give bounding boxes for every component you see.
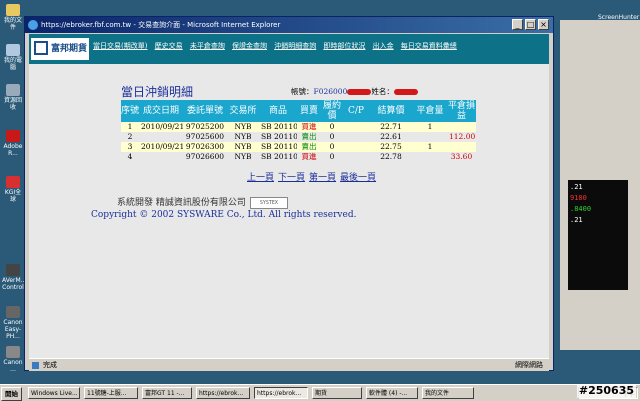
taskbar-item[interactable]: 我的文件 bbox=[422, 387, 474, 399]
col-settle: 結算價 bbox=[369, 100, 413, 122]
redaction-mark bbox=[347, 89, 372, 95]
desktop-icon-canon[interactable]: Canon Easy-PH... bbox=[2, 306, 24, 340]
main-nav: 當日交易(期改單) 歷史交易 未平倉查詢 保證金查詢 沖銷明細查詢 即時部位狀況… bbox=[93, 40, 461, 51]
copyright: Copyright © 2002 SYSWARE Co., Ltd. All r… bbox=[91, 210, 357, 220]
start-button[interactable]: 開始 bbox=[1, 387, 22, 401]
taskbar-item-active[interactable]: https://ebrok... bbox=[254, 387, 308, 399]
kgi-icon bbox=[6, 176, 20, 188]
nav-history[interactable]: 歷史交易 bbox=[155, 42, 183, 50]
account-info: 帳號：F026000 姓名： bbox=[291, 86, 418, 97]
background-quote-panel: .21 9100 .8400 .21 bbox=[568, 180, 628, 290]
col-date: 成交日期 bbox=[139, 100, 183, 122]
table-header: 序號 成交日期 委託單號 交易所 商品 買賣 履約價 C/P 結算價 平倉量 平… bbox=[121, 100, 476, 122]
folder-icon bbox=[6, 4, 20, 16]
table-row: 3 2010/09/21 97026300 NYB SB 201103 賣出 0… bbox=[121, 142, 476, 152]
taskbar-item[interactable]: Windows Live... bbox=[28, 387, 80, 399]
browser-window[interactable]: https://ebroker.fbf.com.tw - 交易查詢介面 - Mi… bbox=[24, 16, 554, 371]
page-title: 當日沖銷明細 bbox=[121, 85, 194, 99]
desktop-icon-kgi[interactable]: KGI全球 bbox=[2, 176, 24, 203]
camera-icon bbox=[6, 306, 20, 318]
col-cp: C/P bbox=[343, 100, 369, 122]
desktop-label-screenhunter[interactable]: ScreenHunter bbox=[598, 14, 639, 21]
offset-detail-table: 序號 成交日期 委託單號 交易所 商品 買賣 履約價 C/P 結算價 平倉量 平… bbox=[121, 100, 476, 162]
last-page-link[interactable]: 最後一頁 bbox=[340, 173, 376, 183]
prev-page-link[interactable]: 上一頁 bbox=[247, 173, 274, 183]
nav-today-trade[interactable]: 當日交易(期改單) bbox=[93, 42, 147, 50]
desktop-icon-canon2[interactable]: Canon ... bbox=[2, 346, 24, 373]
maximize-button[interactable]: □ bbox=[525, 19, 536, 30]
table-row: 1 2010/09/21 97025200 NYB SB 201103 買進 0… bbox=[121, 122, 476, 132]
desktop-icon-my-docs[interactable]: 我的文件 bbox=[2, 4, 24, 31]
taskbar-item[interactable]: 富邦GT 11 -... bbox=[142, 387, 192, 399]
fubon-logo-icon bbox=[34, 40, 48, 55]
col-exchange: 交易所 bbox=[227, 100, 259, 122]
adobe-icon bbox=[6, 130, 20, 142]
nav-margin[interactable]: 保證金查詢 bbox=[232, 42, 267, 50]
nav-daily-summary[interactable]: 每日交易資料彙總 bbox=[401, 42, 457, 50]
col-strike: 履約價 bbox=[321, 100, 343, 122]
recycle-bin-icon bbox=[6, 84, 20, 96]
developer-credit: 系統開發 精誠資訊股份有限公司 SYSTEX bbox=[117, 195, 288, 209]
close-button[interactable]: × bbox=[538, 19, 549, 30]
tv-icon bbox=[6, 264, 20, 276]
col-qty: 平倉量 bbox=[413, 100, 447, 122]
nav-open-position[interactable]: 未平倉查詢 bbox=[190, 42, 225, 50]
pagination: 上一頁 下一頁 第一頁 最後一頁 bbox=[247, 170, 380, 183]
account-number: F026000 bbox=[313, 87, 348, 96]
table-row: 4 97026600 NYB SB 201103 買進 0 22.78 33.6… bbox=[121, 152, 476, 162]
status-bar: 完成 網際網路 bbox=[29, 358, 549, 371]
desktop-icon-adobe[interactable]: Adobe R... bbox=[2, 130, 24, 157]
nav-offset-detail[interactable]: 沖銷明細查詢 bbox=[274, 42, 316, 50]
logo: 富邦期貨 bbox=[31, 38, 89, 60]
desktop-icon-averm[interactable]: AVerM... Control bbox=[2, 264, 26, 291]
page-content: 富邦期貨 當日交易(期改單) 歷史交易 未平倉查詢 保證金查詢 沖銷明細查詢 即… bbox=[29, 34, 549, 358]
taskbar-item[interactable]: 期貨 bbox=[312, 387, 362, 399]
next-page-link[interactable]: 下一頁 bbox=[278, 173, 305, 183]
page-done-icon bbox=[32, 362, 39, 369]
window-title: https://ebroker.fbf.com.tw - 交易查詢介面 - Mi… bbox=[41, 21, 281, 29]
computer-icon bbox=[6, 44, 20, 56]
ie-icon bbox=[28, 20, 38, 30]
taskbar-item[interactable]: https://ebrok... bbox=[196, 387, 250, 399]
systex-logo: SYSTEX bbox=[249, 196, 288, 209]
printer-icon bbox=[6, 346, 20, 358]
taskbar-item[interactable]: 軟件體 (4) -... bbox=[366, 387, 418, 399]
minimize-button[interactable]: _ bbox=[512, 19, 523, 30]
title-bar[interactable]: https://ebroker.fbf.com.tw - 交易查詢介面 - Mi… bbox=[25, 17, 553, 33]
security-zone: 網際網路 bbox=[515, 361, 543, 369]
nav-deposit[interactable]: 出入金 bbox=[373, 42, 394, 50]
watermark: #250635 bbox=[576, 384, 636, 398]
desktop-icon-my-computer[interactable]: 我的電腦 bbox=[2, 44, 24, 71]
taskbar: 開始 Windows Live... 11號糖-上服... 富邦GT 11 -.… bbox=[0, 384, 640, 401]
nav-realtime-position[interactable]: 即時部位狀況 bbox=[323, 42, 365, 50]
col-pl: 平倉損益 bbox=[447, 100, 476, 122]
first-page-link[interactable]: 第一頁 bbox=[309, 173, 336, 183]
col-seq: 序號 bbox=[121, 100, 139, 122]
taskbar-item[interactable]: 11號糖-上服... bbox=[84, 387, 138, 399]
site-header: 富邦期貨 當日交易(期改單) 歷史交易 未平倉查詢 保證金查詢 沖銷明細查詢 即… bbox=[29, 34, 549, 64]
col-product: 商品 bbox=[259, 100, 297, 122]
desktop-icon-recycle[interactable]: 資源回收 bbox=[2, 84, 24, 111]
col-side: 買賣 bbox=[297, 100, 321, 122]
redaction-mark bbox=[393, 89, 418, 95]
col-order: 委託單號 bbox=[183, 100, 227, 122]
table-row: 2 97025600 NYB SB 201103 賣出 0 22.61 112.… bbox=[121, 132, 476, 142]
